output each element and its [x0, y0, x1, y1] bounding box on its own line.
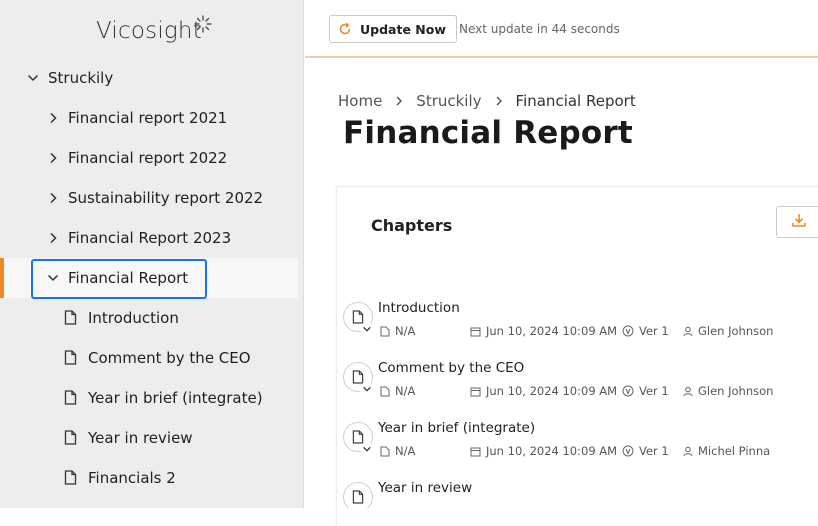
chevron-down-icon[interactable]	[360, 442, 374, 456]
chevron-right-icon[interactable]	[46, 191, 60, 205]
document-icon[interactable]	[343, 482, 373, 508]
chevron-down-icon[interactable]	[360, 322, 374, 336]
tree-item-sustainability-report-2022[interactable]: Sustainability report 2022	[46, 179, 263, 217]
calendar-icon	[470, 387, 481, 396]
tree-child-introduction[interactable]: Introduction	[64, 299, 179, 337]
breadcrumb-home[interactable]: Home	[338, 92, 382, 110]
tree-item-label: Financial report 2022	[68, 149, 228, 167]
user-icon	[683, 386, 693, 396]
version-icon	[622, 445, 634, 457]
user-icon	[683, 326, 693, 336]
chapter-date: Jun 10, 2024 10:09 AM	[470, 444, 617, 458]
page-title: Financial Report	[343, 115, 633, 151]
version-icon	[622, 385, 634, 397]
status-doc-icon	[380, 326, 390, 336]
breadcrumb-parent[interactable]: Struckily	[416, 92, 481, 110]
sidebar: Vicosight Struckily Financial report 202…	[0, 0, 304, 508]
document-icon	[64, 310, 78, 326]
chevron-right-icon	[494, 96, 504, 106]
chapter-name[interactable]: Introduction	[378, 300, 460, 316]
calendar-icon	[470, 327, 481, 336]
top-bar: Update Now Next update in 44 seconds	[305, 0, 818, 58]
chapter-author: Glen Johnson	[683, 384, 773, 398]
status-doc-icon	[380, 386, 390, 396]
tree-item-label: Year in review	[88, 429, 193, 447]
document-icon	[64, 470, 78, 486]
chapter-row[interactable]: Comment by the CEO N/A Jun 10, 2024 10:0…	[343, 360, 813, 420]
chapter-version: Ver 1	[622, 444, 669, 458]
chapter-name[interactable]: Year in brief (integrate)	[378, 420, 535, 436]
tree-item-label: Sustainability report 2022	[68, 189, 264, 207]
tree-item-label: Financials 2	[88, 469, 176, 487]
chevron-right-icon[interactable]	[46, 151, 60, 165]
update-now-label: Update Now	[360, 21, 446, 37]
refresh-icon	[338, 22, 352, 36]
chapter-date: Jun 10, 2024 10:09 AM	[470, 324, 617, 338]
focus-outline	[31, 259, 207, 299]
document-icon	[64, 390, 78, 406]
status-doc-icon	[380, 446, 390, 456]
user-icon	[683, 446, 693, 456]
tree-child-year-in-review[interactable]: Year in review	[64, 419, 193, 457]
chapter-row[interactable]: Year in brief (integrate) N/A Jun 10, 20…	[343, 420, 813, 480]
chapter-author: Michel Pinna	[683, 444, 770, 458]
chapter-version: Ver 1	[622, 324, 669, 338]
tree-child-financials-2[interactable]: Financials 2	[64, 459, 176, 497]
update-now-button[interactable]: Update Now	[329, 15, 457, 43]
logo-spark-icon	[193, 14, 213, 40]
tree-item-financial-report-2023[interactable]: Financial Report 2023	[46, 219, 231, 257]
tree-item-financial-report-2022[interactable]: Financial report 2022	[46, 139, 227, 177]
tree-item-label: Comment by the CEO	[88, 349, 251, 367]
chapter-status: N/A	[380, 324, 415, 338]
app-logo[interactable]: Vicosight	[96, 15, 212, 44]
chevron-right-icon[interactable]	[46, 231, 60, 245]
version-icon	[622, 325, 634, 337]
chapter-date: Jun 10, 2024 10:09 AM	[470, 384, 617, 398]
document-icon	[64, 350, 78, 366]
tree-child-comment-by-the-ceo[interactable]: Comment by the CEO	[64, 339, 251, 377]
document-icon	[64, 430, 78, 446]
tree-item-label: Struckily	[48, 69, 114, 87]
chapters-title: Chapters	[371, 216, 453, 235]
download-icon	[791, 212, 807, 232]
chapter-row[interactable]: Year in review	[343, 480, 813, 508]
tree-item-label: Financial Report 2023	[68, 229, 232, 247]
breadcrumb: Home Struckily Financial Report	[338, 92, 636, 110]
calendar-icon	[470, 447, 481, 456]
chevron-right-icon	[394, 96, 404, 106]
download-button[interactable]	[776, 206, 818, 238]
tree-item-label: Introduction	[88, 309, 179, 327]
chevron-right-icon[interactable]	[46, 111, 60, 125]
next-update-text: Next update in 44 seconds	[459, 22, 620, 36]
tree-item-financial-report-2021[interactable]: Financial report 2021	[46, 99, 227, 137]
chapter-name[interactable]: Comment by the CEO	[378, 360, 524, 376]
breadcrumb-current: Financial Report	[515, 92, 636, 110]
tree-item-label: Year in brief (integrate)	[88, 389, 263, 407]
chapter-status: N/A	[380, 384, 415, 398]
tree-item-struckily[interactable]: Struckily	[26, 59, 113, 97]
chapter-name[interactable]: Year in review	[378, 480, 472, 496]
selected-row-accent	[0, 258, 4, 298]
chevron-down-icon[interactable]	[360, 382, 374, 396]
chapter-status: N/A	[380, 444, 415, 458]
chapter-version: Ver 1	[622, 384, 669, 398]
chapter-author: Glen Johnson	[683, 324, 773, 338]
logo-text: Vicosight	[96, 18, 202, 44]
chevron-down-icon[interactable]	[26, 71, 40, 85]
tree-child-year-in-brief[interactable]: Year in brief (integrate)	[64, 379, 263, 417]
tree-item-label: Financial report 2021	[68, 109, 228, 127]
chapter-row[interactable]: Introduction N/A Jun 10, 2024 10:09 AM V…	[343, 300, 813, 360]
